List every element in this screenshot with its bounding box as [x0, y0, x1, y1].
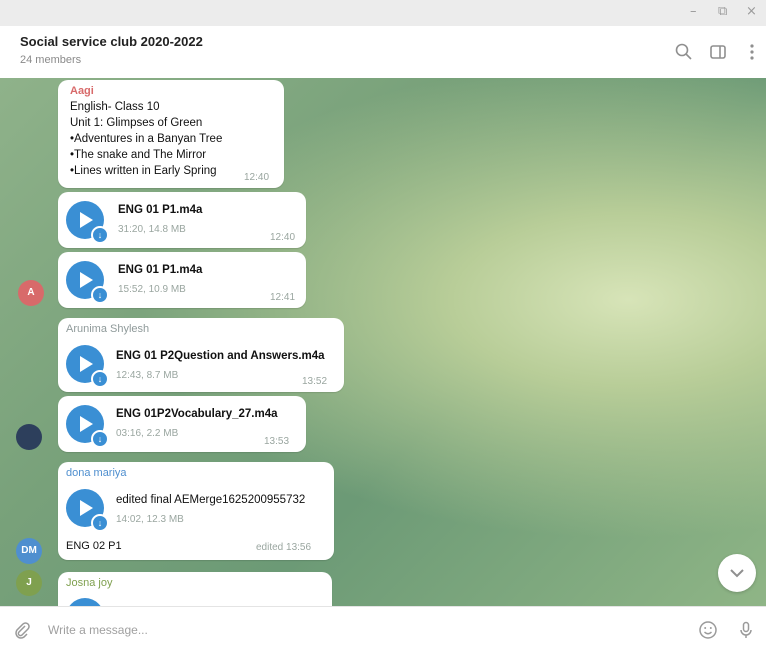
file-name: ENG 01P2Vocabulary_27.m4a [116, 408, 278, 420]
message-time: 12:40 [244, 172, 270, 183]
play-button[interactable] [66, 598, 104, 606]
download-icon[interactable]: ↓ [91, 514, 109, 532]
chat-header: Social service club 2020-2022 24 members [0, 26, 766, 78]
scroll-down-button[interactable] [718, 554, 756, 592]
download-icon[interactable]: ↓ [91, 430, 109, 448]
minimize-button[interactable]: – [690, 4, 697, 20]
play-icon [80, 212, 93, 228]
play-icon [80, 356, 93, 372]
sender-name: Josna joy [66, 577, 113, 589]
message-line: •Lines written in Early Spring [70, 165, 217, 177]
audio-message[interactable]: ↓ ENG 01P2Vocabulary_27.m4a 03:16, 2.2 M… [58, 396, 306, 452]
message-bubble[interactable]: Josna joy [58, 572, 332, 606]
download-icon[interactable]: ↓ [91, 226, 109, 244]
audio-message[interactable]: ↓ ENG 01 P1.m4a 15:52, 10.9 MB 12:41 [58, 252, 306, 308]
chevron-down-icon [730, 569, 744, 578]
chat-title[interactable]: Social service club 2020-2022 [20, 34, 203, 49]
message-time: edited 13:56 [256, 542, 312, 553]
message-bubble[interactable]: Aagi English- Class 10 Unit 1: Glimpses … [58, 80, 284, 188]
file-meta: 14:02, 12.3 MB [116, 514, 184, 525]
sender-name: Arunima Shylesh [66, 323, 150, 335]
message-line: •Adventures in a Banyan Tree [70, 133, 223, 145]
message-line: •The snake and The Mirror [70, 149, 207, 161]
microphone-icon[interactable] [736, 620, 756, 640]
sender-name: dona mariya [66, 467, 127, 479]
audio-message[interactable]: Arunima Shylesh ↓ ENG 01 P2Question and … [58, 318, 344, 392]
play-icon [80, 272, 93, 288]
paperclip-icon[interactable] [12, 620, 32, 640]
audio-message[interactable]: ↓ ENG 01 P1.m4a 31:20, 14.8 MB 12:40 [58, 192, 306, 248]
sidebar-toggle-icon[interactable] [708, 42, 728, 62]
avatar[interactable]: A [18, 280, 44, 306]
search-icon[interactable] [674, 42, 694, 62]
play-icon [80, 416, 93, 432]
file-name: ENG 01 P1.m4a [118, 264, 203, 276]
message-time: 12:40 [270, 232, 296, 243]
audio-message[interactable]: dona mariya ↓ edited final AEMerge162520… [58, 462, 334, 560]
message-time: 13:52 [302, 376, 328, 387]
message-list[interactable]: Aagi English- Class 10 Unit 1: Glimpses … [0, 78, 766, 606]
message-time: 13:53 [264, 436, 290, 447]
close-button[interactable]: × [746, 4, 757, 20]
message-line: English- Class 10 [70, 101, 160, 113]
avatar[interactable]: DM [16, 538, 42, 564]
file-meta: 03:16, 2.2 MB [116, 428, 179, 439]
message-composer [0, 606, 766, 653]
file-name: ENG 01 P1.m4a [118, 204, 203, 216]
file-meta: 31:20, 14.8 MB [118, 224, 186, 235]
file-name: ENG 01 P2Question and Answers.m4a [116, 350, 325, 362]
message-time: 12:41 [270, 292, 296, 303]
window-titlebar: – ⧉ × [0, 0, 766, 27]
member-count: 24 members [20, 54, 82, 66]
more-options-icon[interactable] [742, 42, 762, 62]
maximize-button[interactable]: ⧉ [718, 4, 727, 20]
avatar[interactable] [16, 424, 42, 450]
file-meta: 15:52, 10.9 MB [118, 284, 186, 295]
download-icon[interactable]: ↓ [91, 370, 109, 388]
sender-name: Aagi [70, 85, 94, 97]
message-line: Unit 1: Glimpses of Green [70, 117, 203, 129]
emoji-icon[interactable] [698, 620, 718, 640]
message-caption: ENG 02 P1 [66, 540, 122, 552]
avatar[interactable]: J [16, 570, 42, 596]
message-input[interactable] [46, 619, 650, 641]
file-meta: 12:43, 8.7 MB [116, 370, 179, 381]
download-icon[interactable]: ↓ [91, 286, 109, 304]
play-icon [80, 500, 93, 516]
file-name: edited final AEMerge1625200955732 [116, 494, 306, 506]
